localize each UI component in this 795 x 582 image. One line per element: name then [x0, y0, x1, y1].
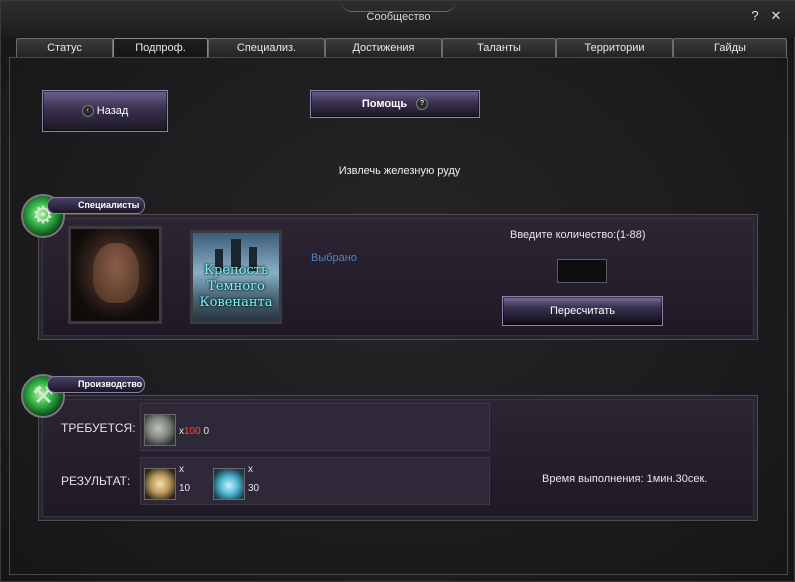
scroll-icon[interactable] [144, 468, 176, 500]
quantity-label: Введите количество:(1-88) [510, 229, 646, 241]
required-have: 0 [203, 426, 210, 437]
help-button[interactable]: Помощь ? [310, 90, 480, 118]
potion-icon[interactable] [213, 468, 245, 500]
question-icon: ? [416, 98, 429, 111]
recalculate-button[interactable]: Пересчитать [502, 296, 663, 326]
quantity-input[interactable] [557, 259, 607, 283]
tab-talents[interactable]: Таланты [442, 38, 556, 57]
specialist-portrait[interactable] [68, 226, 162, 324]
ore-icon[interactable] [144, 414, 176, 446]
selected-status: Выбрано [311, 252, 357, 264]
title-bar[interactable]: Сообщество ? ✕ [1, 1, 795, 37]
tab-status[interactable]: Статус [16, 38, 113, 57]
tab-bar: Статус Подпроф. Специализ. Достижения Та… [12, 38, 787, 59]
duration-text: Время выполнения: 1мин.30сек. [542, 473, 708, 485]
portrait-face [93, 243, 139, 303]
tab-specialization[interactable]: Специализ. [208, 38, 325, 57]
production-tag: Производство [47, 376, 145, 393]
location-card-label: Крепость Темного Ковенанта [199, 263, 273, 310]
tab-territories[interactable]: Территории [556, 38, 673, 57]
result-2-prefix: x [248, 464, 253, 475]
content-area: ‹ Назад Помощь ? Извлечь железную руду ⚙… [9, 57, 788, 575]
tab-subprof[interactable]: Подпроф. [113, 38, 208, 59]
result-2-count: 30 [248, 483, 260, 494]
specialists-tag: Специалисты [47, 197, 145, 214]
result-strip [140, 457, 490, 505]
window-title: Сообщество [366, 11, 431, 23]
arrow-left-icon: ‹ [81, 105, 94, 118]
location-card[interactable]: Крепость Темного Ковенанта [190, 230, 282, 324]
close-icon[interactable]: ✕ [769, 9, 783, 23]
back-button[interactable]: ‹ Назад [42, 90, 168, 132]
tab-guides[interactable]: Гайды [673, 38, 787, 57]
result-1-prefix: x [179, 464, 184, 475]
required-need: 100 [184, 426, 201, 437]
back-button-label: Назад [96, 105, 129, 117]
required-label: ТРЕБУЕТСЯ: [61, 421, 136, 435]
result-label: РЕЗУЛЬТАТ: [61, 474, 131, 488]
recipe-title: Извлечь железную руду [338, 165, 461, 177]
result-1-count: 10 [179, 483, 191, 494]
help-icon[interactable]: ? [748, 9, 762, 23]
tab-achievements[interactable]: Достижения [325, 38, 442, 57]
help-button-label: Помощь [361, 98, 408, 110]
required-count: x100 0 [179, 426, 209, 437]
community-window: Сообщество ? ✕ Статус Подпроф. Специализ… [0, 0, 795, 582]
